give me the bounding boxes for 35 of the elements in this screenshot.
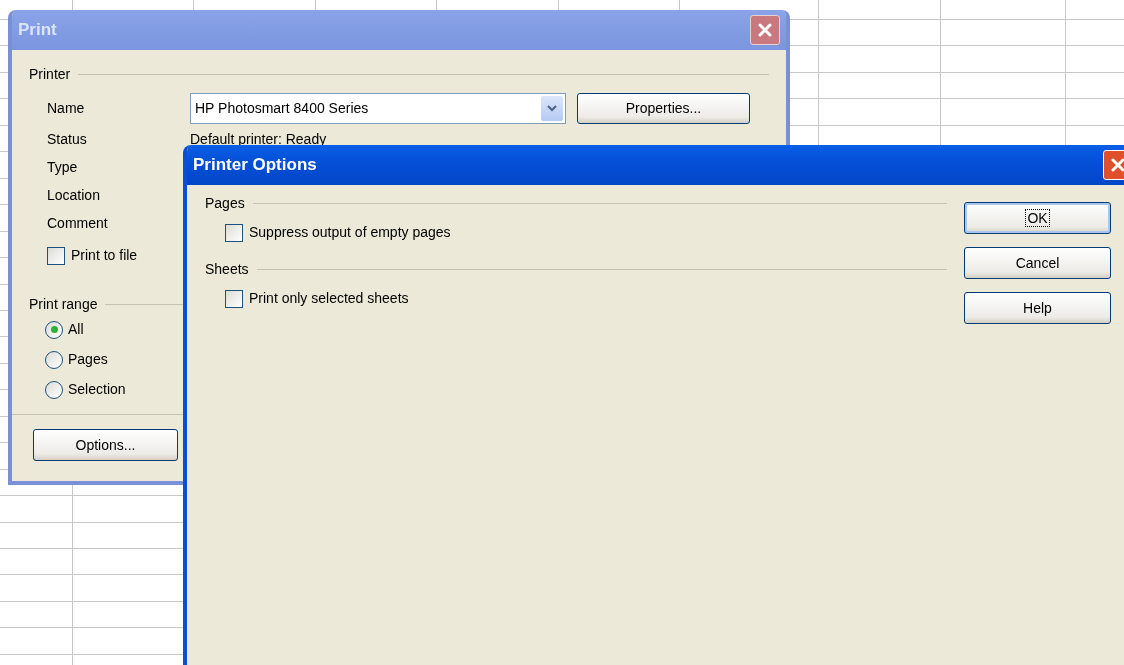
dialog-button[interactable]: OK bbox=[964, 202, 1111, 234]
group-heading: Printer bbox=[29, 65, 71, 84]
checkbox[interactable] bbox=[225, 223, 243, 242]
checkbox[interactable] bbox=[225, 289, 243, 308]
field-label: Comment bbox=[47, 213, 109, 233]
dialog-button[interactable]: Cancel bbox=[964, 247, 1111, 279]
field-label: Type bbox=[47, 157, 79, 177]
dialog-button[interactable]: Properties... bbox=[577, 92, 750, 124]
checkbox[interactable] bbox=[47, 246, 65, 265]
dropdown-button[interactable] bbox=[541, 95, 563, 121]
radio-button[interactable] bbox=[45, 320, 63, 339]
field-label: Location bbox=[47, 185, 101, 205]
checkbox-label: Print to file bbox=[71, 246, 138, 265]
window-title: Printer Options bbox=[193, 154, 317, 177]
dialog-button[interactable]: Options... bbox=[33, 429, 178, 461]
radio-label: Selection bbox=[68, 380, 126, 399]
radio-label: All bbox=[68, 320, 84, 339]
field-value: Default printer: Ready bbox=[190, 129, 327, 149]
checkbox-label: Suppress output of empty pages bbox=[249, 223, 451, 242]
group-heading: Pages bbox=[205, 194, 245, 213]
checkbox-label: Print only selected sheets bbox=[249, 289, 409, 308]
field-label: Name bbox=[47, 98, 86, 118]
field-label: Status bbox=[47, 129, 88, 149]
printer-select[interactable]: HP Photosmart 8400 Series bbox=[190, 92, 566, 124]
radio-button[interactable] bbox=[45, 380, 63, 399]
group-heading: Sheets bbox=[205, 260, 249, 279]
chevron-down-icon bbox=[547, 104, 557, 112]
dialog-button[interactable]: Help bbox=[964, 292, 1111, 324]
window-title: Print bbox=[18, 19, 57, 42]
radio-button[interactable] bbox=[45, 350, 63, 369]
close-icon bbox=[757, 22, 773, 38]
group-heading: Print range bbox=[29, 295, 98, 314]
close-button[interactable] bbox=[750, 15, 780, 45]
radio-label: Pages bbox=[68, 350, 108, 369]
close-icon bbox=[1110, 157, 1124, 173]
